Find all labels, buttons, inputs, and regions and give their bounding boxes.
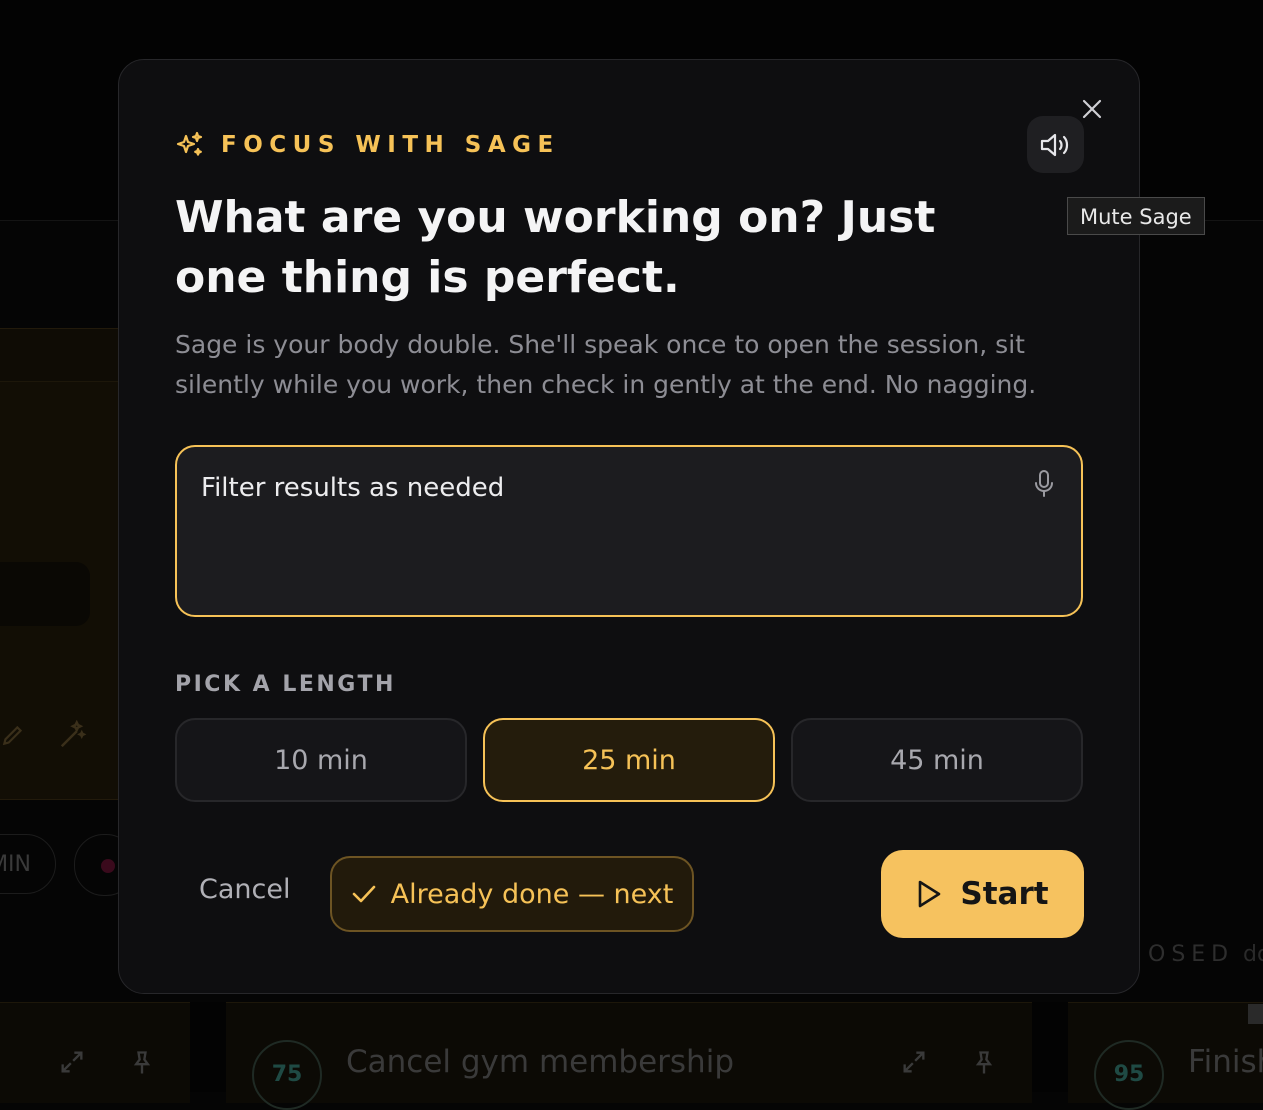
- background-scrollbar: [1248, 1004, 1263, 1024]
- background-chip: MIN: [0, 834, 56, 894]
- eyebrow-label: FOCUS WITH SAGE: [221, 132, 560, 158]
- already-done-label: Already done — next: [390, 878, 674, 910]
- description: Sage is your body double. She'll speak o…: [175, 330, 1037, 399]
- pin-icon: [128, 1048, 156, 1085]
- task-input-value[interactable]: Filter results as needed: [201, 473, 991, 503]
- background-card: [0, 1002, 190, 1103]
- expand-icon: [58, 1048, 86, 1083]
- background-closed-label: OSED: [1148, 942, 1235, 967]
- background-score: 95: [1094, 1040, 1164, 1110]
- background-card-title: Cancel gym membership: [346, 1044, 734, 1080]
- length-option-10[interactable]: 10 min: [175, 718, 467, 802]
- background-card-title: Finish: [1188, 1044, 1263, 1080]
- expand-icon: [900, 1048, 928, 1083]
- mute-tooltip: Mute Sage: [1067, 197, 1205, 235]
- cancel-button[interactable]: Cancel: [199, 874, 290, 905]
- focus-modal: FOCUS WITH SAGE What are you working on?…: [118, 59, 1140, 994]
- start-button[interactable]: Start: [881, 850, 1084, 938]
- background-score: 75: [252, 1040, 322, 1110]
- eyebrow: FOCUS WITH SAGE: [175, 130, 560, 160]
- background-closed-suffix: do: [1243, 942, 1263, 967]
- pin-icon: [970, 1048, 998, 1085]
- background-separator: [1032, 1002, 1068, 1092]
- close-icon: [1082, 99, 1102, 119]
- close-button[interactable]: [1077, 94, 1107, 124]
- background-separator: [190, 1002, 226, 1092]
- length-option-25[interactable]: 25 min: [483, 718, 775, 802]
- dictate-button[interactable]: [1029, 467, 1059, 501]
- already-done-button[interactable]: Already done — next: [330, 856, 694, 932]
- mute-button[interactable]: [1027, 116, 1084, 173]
- task-input[interactable]: Filter results as needed: [175, 445, 1083, 617]
- page-title: What are you working on? Just one thing …: [175, 192, 936, 303]
- magic-wand-icon: [58, 719, 88, 757]
- microphone-icon: [1035, 470, 1053, 497]
- background-pill: [0, 562, 90, 626]
- start-label: Start: [960, 876, 1049, 912]
- length-option-45[interactable]: 45 min: [791, 718, 1083, 802]
- sparkles-icon: [176, 131, 203, 156]
- play-icon: [919, 880, 941, 908]
- length-label: PICK A LENGTH: [175, 672, 396, 697]
- pencil-icon: [0, 720, 26, 757]
- check-icon: [352, 885, 375, 903]
- speaker-icon: [1040, 133, 1068, 156]
